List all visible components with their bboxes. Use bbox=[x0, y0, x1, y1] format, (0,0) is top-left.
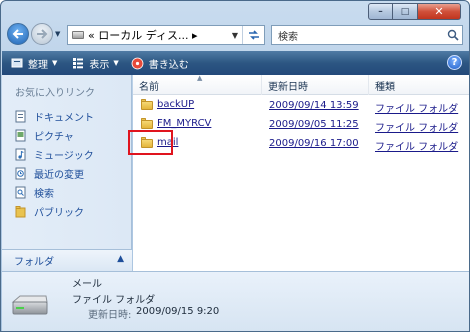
file-date: 2009/09/14 13:59 bbox=[269, 100, 359, 111]
close-button[interactable]: ✕ bbox=[418, 3, 461, 20]
forward-button[interactable] bbox=[31, 23, 53, 45]
address-path-text[interactable]: ローカル ディス... bbox=[98, 29, 188, 42]
file-row[interactable]: FM_MYRCV 2009/09/05 11:25 ファイル フォルダ bbox=[133, 116, 469, 135]
file-name[interactable]: backUP bbox=[157, 99, 194, 110]
details-pane: メール ファイル フォルダ 更新日時: 2009/09/15 9:20 bbox=[2, 271, 469, 331]
window-controls: – □ ✕ bbox=[368, 3, 461, 20]
folder-icon bbox=[141, 98, 153, 110]
details-date-value: 2009/09/15 9:20 bbox=[136, 306, 220, 317]
music-icon bbox=[14, 148, 26, 161]
pictures-icon bbox=[14, 129, 26, 142]
minimize-button[interactable]: – bbox=[368, 3, 393, 20]
column-header-row: 名前 ▲ 更新日時 種類 bbox=[133, 74, 469, 95]
sidebar-item-label: ミュージック bbox=[34, 151, 94, 162]
organize-dropdown-icon: ▼ bbox=[52, 59, 58, 67]
maximize-button[interactable]: □ bbox=[393, 3, 418, 20]
drive-icon bbox=[72, 31, 84, 39]
file-type: ファイル フォルダ bbox=[375, 104, 459, 115]
file-list: 名前 ▲ 更新日時 種類 backUP 2009/09/14 13:59 ファイ… bbox=[133, 74, 469, 271]
address-path[interactable]: « ローカル ディス... ▸ bbox=[88, 27, 228, 43]
file-row[interactable]: backUP 2009/09/14 13:59 ファイル フォルダ bbox=[133, 97, 469, 116]
folders-label: フォルダ bbox=[14, 257, 54, 268]
address-prefix[interactable]: « bbox=[88, 29, 95, 42]
sort-ascending-icon: ▲ bbox=[197, 74, 203, 82]
refresh-button[interactable] bbox=[242, 26, 264, 44]
drive-large-icon bbox=[10, 294, 50, 320]
navigation-buttons: ▼ bbox=[7, 23, 63, 45]
address-separator[interactable]: ▸ bbox=[192, 29, 198, 42]
column-type-label: 種類 bbox=[375, 81, 395, 93]
column-header-type[interactable]: 種類 bbox=[369, 75, 469, 95]
burn-disc-icon bbox=[131, 56, 145, 70]
address-bar[interactable]: « ローカル ディス... ▸ ▼ bbox=[67, 25, 265, 45]
burn-label: 書き込む bbox=[148, 59, 189, 71]
help-icon: ? bbox=[451, 57, 458, 68]
search-box[interactable]: 検索 bbox=[271, 25, 463, 45]
sidebar-item-searches[interactable]: 検索 bbox=[14, 185, 54, 200]
organize-menu[interactable]: 整理 ▼ bbox=[10, 56, 57, 71]
file-name[interactable]: FM_MYRCV bbox=[157, 118, 211, 129]
file-name-cell[interactable]: FM_MYRCV bbox=[141, 117, 211, 129]
search-icon[interactable] bbox=[444, 26, 462, 44]
column-date-label: 更新日時 bbox=[268, 81, 308, 93]
sidebar-item-label: 最近の変更 bbox=[34, 170, 84, 181]
file-date: 2009/09/05 11:25 bbox=[269, 119, 359, 130]
sidebar-item-label: パブリック bbox=[34, 208, 84, 219]
column-name-label: 名前 bbox=[139, 81, 159, 93]
address-dropdown-icon[interactable]: ▼ bbox=[228, 31, 242, 40]
folders-toggle[interactable]: フォルダ ▲ bbox=[2, 249, 132, 271]
public-folder-icon bbox=[14, 205, 26, 218]
sidebar-item-music[interactable]: ミュージック bbox=[14, 147, 94, 162]
sidebar-item-documents[interactable]: ドキュメント bbox=[14, 109, 94, 124]
details-date-label: 更新日時: bbox=[88, 310, 132, 321]
file-type: ファイル フォルダ bbox=[375, 142, 459, 153]
sidebar-item-pictures[interactable]: ピクチャ bbox=[14, 128, 74, 143]
back-button[interactable] bbox=[7, 23, 29, 45]
favorite-links-header: お気に入りリンク bbox=[15, 88, 95, 99]
search-input[interactable]: 検索 bbox=[278, 28, 444, 43]
organize-label: 整理 bbox=[28, 59, 48, 71]
column-header-name[interactable]: 名前 ▲ bbox=[133, 74, 262, 95]
sidebar-item-recent-changes[interactable]: 最近の変更 bbox=[14, 166, 84, 181]
file-name-cell[interactable]: backUP bbox=[141, 98, 194, 110]
views-dropdown-icon: ▼ bbox=[113, 59, 119, 67]
recent-changes-icon bbox=[14, 167, 26, 180]
sidebar-item-label: ドキュメント bbox=[34, 113, 94, 124]
sidebar-item-public[interactable]: パブリック bbox=[14, 204, 84, 219]
views-menu[interactable]: 表示 ▼ bbox=[71, 56, 119, 71]
details-name: メール bbox=[72, 279, 102, 290]
file-type: ファイル フォルダ bbox=[375, 123, 459, 134]
searches-icon bbox=[14, 186, 26, 199]
burn-button[interactable]: 書き込む bbox=[131, 56, 189, 71]
file-row[interactable]: mail 2009/09/16 17:00 ファイル フォルダ bbox=[133, 135, 469, 154]
folder-icon bbox=[141, 117, 153, 129]
chevron-up-icon: ▲ bbox=[117, 254, 124, 264]
organize-icon bbox=[10, 56, 24, 70]
sidebar-item-label: ピクチャ bbox=[34, 132, 74, 143]
recent-pages-dropdown[interactable]: ▼ bbox=[55, 30, 63, 38]
column-header-date[interactable]: 更新日時 bbox=[262, 75, 369, 95]
navigation-pane: お気に入りリンク ドキュメント ピクチャ ミュージック 最近の変更 検索 パブリ… bbox=[2, 75, 132, 271]
sidebar-item-label: 検索 bbox=[34, 189, 54, 200]
command-bar: 整理 ▼ 表示 ▼ 書き込む ? bbox=[2, 51, 469, 75]
highlight-box bbox=[128, 130, 173, 155]
views-label: 表示 bbox=[89, 59, 110, 71]
file-date: 2009/09/16 17:00 bbox=[269, 138, 359, 149]
documents-icon bbox=[14, 110, 26, 123]
details-type: ファイル フォルダ bbox=[72, 295, 156, 306]
views-icon bbox=[71, 56, 85, 70]
explorer-window: – □ ✕ ▼ « ローカル ディス... ▸ ▼ 検索 整理 ▼ 表示 ▼ 書… bbox=[0, 0, 470, 332]
help-button[interactable]: ? bbox=[447, 55, 462, 70]
